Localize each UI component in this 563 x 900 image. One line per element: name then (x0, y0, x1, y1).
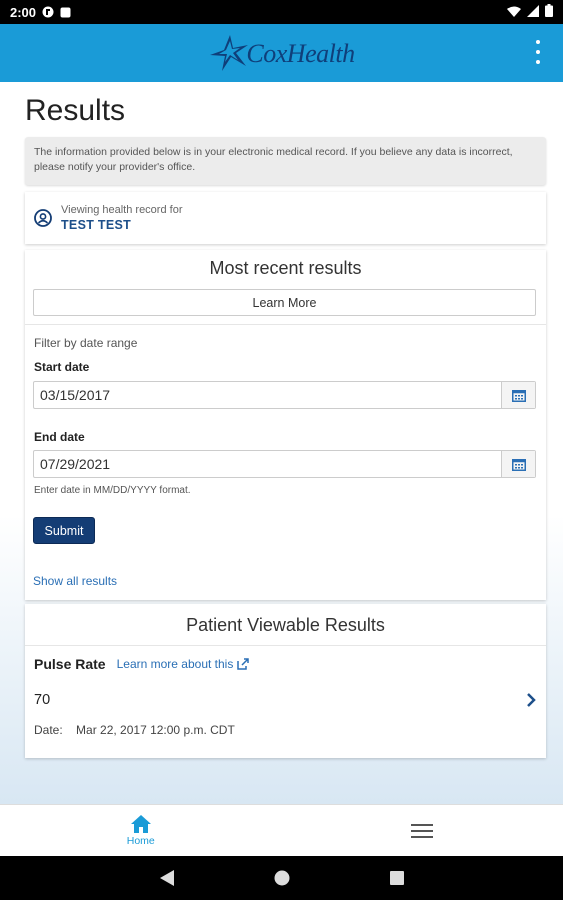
battery-icon (545, 4, 553, 20)
external-link-icon[interactable] (237, 658, 250, 670)
show-all-results-link[interactable]: Show all results (33, 574, 117, 588)
medical-record-notice: The information provided below is in you… (25, 137, 546, 185)
nav-home[interactable]: Home (0, 805, 282, 856)
filter-label: Filter by date range (34, 336, 138, 350)
home-icon[interactable] (130, 814, 151, 833)
start-date-field[interactable]: 03/15/2017 (33, 381, 536, 409)
home-circle-icon[interactable] (274, 870, 290, 886)
overflow-menu-icon[interactable] (535, 40, 541, 64)
result-value: 70 (34, 692, 51, 708)
bottom-nav: Home (0, 804, 563, 856)
viewing-record-panel: Viewing health record for TEST TEST (25, 192, 546, 244)
result-name: Pulse Rate (34, 656, 106, 672)
user-icon (34, 209, 52, 227)
calendar-icon[interactable] (501, 382, 535, 408)
main-content: Results The information provided below i… (0, 82, 563, 804)
submit-button[interactable]: Submit (33, 517, 95, 544)
app-header: CoxHealth (0, 24, 563, 82)
system-nav-bar (0, 856, 563, 900)
start-date-value[interactable]: 03/15/2017 (34, 387, 501, 403)
viewing-label: Viewing health record for (61, 204, 183, 216)
signal-icon (527, 4, 539, 20)
back-icon[interactable] (159, 870, 174, 886)
status-time: 2:00 (10, 4, 37, 20)
end-date-field[interactable]: 07/29/2021 (33, 450, 536, 478)
page-title: Results (25, 94, 126, 127)
hamburger-menu-icon[interactable] (411, 823, 434, 839)
app-notification-icon (42, 6, 54, 18)
recent-results-title: Most recent results (209, 258, 362, 278)
recent-results-card: Most recent results Learn More Filter by… (25, 250, 546, 600)
nav-home-label[interactable]: Home (127, 835, 155, 847)
wifi-icon (507, 5, 521, 20)
brand-name: CoxHealth (246, 39, 355, 68)
patient-results-title: Patient Viewable Results (25, 604, 546, 646)
result-date-label: Date: (34, 723, 63, 737)
result-date: Date: Mar 22, 2017 12:00 p.m. CDT (34, 723, 235, 737)
divider (25, 324, 546, 325)
chevron-right-icon[interactable] (524, 692, 538, 708)
patient-viewable-results-card: Patient Viewable Results Pulse Rate Lear… (25, 604, 546, 758)
recents-icon[interactable] (389, 871, 404, 885)
coxhealth-logo: CoxHealth (208, 33, 355, 73)
status-bar: 2:00 (0, 0, 563, 24)
patient-name: TEST TEST (61, 218, 132, 232)
learn-more-button[interactable]: Learn More (33, 289, 536, 316)
end-date-label: End date (34, 430, 85, 444)
date-format-hint: Enter date in MM/DD/YYYY format. (34, 485, 191, 496)
learn-more-about-label[interactable]: Learn more about this (117, 657, 234, 671)
notification-icon (59, 6, 71, 18)
calendar-icon[interactable] (501, 451, 535, 477)
start-date-label: Start date (34, 360, 90, 374)
end-date-value[interactable]: 07/29/2021 (34, 456, 501, 472)
nav-menu[interactable] (282, 805, 563, 856)
learn-more-about-link[interactable]: Learn more about this (117, 657, 250, 671)
result-header: Pulse Rate Learn more about this (34, 656, 250, 672)
result-date-value: Mar 22, 2017 12:00 p.m. CDT (76, 723, 235, 737)
